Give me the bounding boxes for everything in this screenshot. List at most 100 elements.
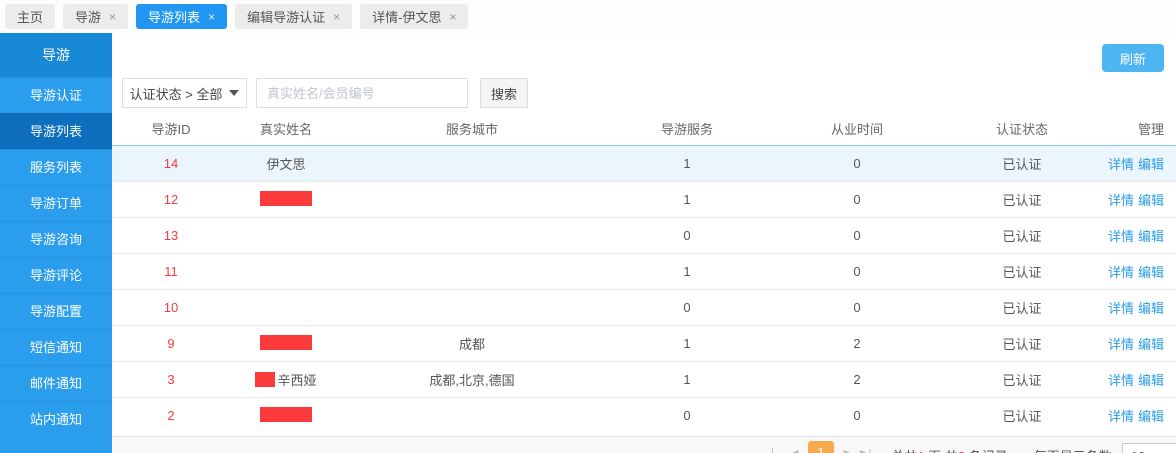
- tab-home[interactable]: 主页: [5, 4, 55, 29]
- table-row[interactable]: 14伊文思 10已认证详情编辑: [112, 145, 1176, 181]
- edit-link[interactable]: 编辑: [1138, 157, 1164, 172]
- guide-id-cell: 10: [112, 289, 230, 325]
- tab-3[interactable]: 编辑导游认证×: [235, 4, 352, 29]
- real-name-cell: [230, 253, 342, 289]
- auth-status-cell: 已认证: [942, 361, 1102, 397]
- real-name-cell: 辛西娅: [230, 361, 342, 397]
- next-page-icon[interactable]: ▶: [844, 447, 852, 453]
- table-row[interactable]: 9成都12已认证详情编辑: [112, 325, 1176, 361]
- sidebar-item-8[interactable]: 邮件通知: [0, 365, 112, 401]
- auth-status-cell: 已认证: [942, 145, 1102, 181]
- detail-link[interactable]: 详情: [1108, 409, 1134, 424]
- detail-link[interactable]: 详情: [1108, 265, 1134, 280]
- manage-cell: 详情编辑: [1102, 397, 1176, 433]
- edit-link[interactable]: 编辑: [1138, 301, 1164, 316]
- column-header-2: 服务城市: [342, 112, 602, 145]
- tab-1[interactable]: 导游×: [63, 4, 128, 29]
- close-icon[interactable]: ×: [109, 11, 116, 23]
- guide-service-cell: 0: [602, 397, 772, 433]
- edit-link[interactable]: 编辑: [1138, 229, 1164, 244]
- guide-service-cell: 1: [602, 145, 772, 181]
- last-page-icon[interactable]: ▶|: [860, 447, 871, 453]
- tab-bar: 主页导游×导游列表×编辑导游认证×详情-伊文思×: [0, 0, 1176, 33]
- guide-service-cell: 1: [602, 325, 772, 361]
- sidebar-item-1[interactable]: 导游列表: [0, 113, 112, 149]
- detail-link[interactable]: 详情: [1108, 229, 1134, 244]
- service-city-cell: [342, 253, 602, 289]
- redaction-box: [260, 191, 312, 206]
- tab-2[interactable]: 导游列表 ×: [136, 4, 227, 29]
- edit-link[interactable]: 编辑: [1138, 409, 1164, 424]
- sidebar-item-2[interactable]: 服务列表: [0, 149, 112, 185]
- edit-link[interactable]: 编辑: [1138, 265, 1164, 280]
- edit-link[interactable]: 编辑: [1138, 337, 1164, 352]
- sidebar-item-3[interactable]: 导游订单: [0, 185, 112, 221]
- service-city-cell: 成都,北京,德国: [342, 361, 602, 397]
- tab-4[interactable]: 详情-伊文思 ×: [360, 4, 468, 29]
- guide-table: 导游ID真实姓名服务城市导游服务从业时间认证状态管理 14伊文思10已认证详情编…: [112, 112, 1176, 433]
- table-row[interactable]: 1000已认证详情编辑: [112, 289, 1176, 325]
- service-city-cell: [342, 397, 602, 433]
- work-years-cell: 0: [772, 289, 942, 325]
- manage-cell: 详情编辑: [1102, 361, 1176, 397]
- guide-id-cell: 14: [112, 145, 230, 181]
- guide-service-cell: 1: [602, 181, 772, 217]
- close-icon[interactable]: ×: [333, 11, 340, 23]
- detail-link[interactable]: 详情: [1108, 301, 1134, 316]
- table-row[interactable]: 1300已认证详情编辑: [112, 217, 1176, 253]
- search-input[interactable]: [256, 78, 468, 108]
- sidebar-item-7[interactable]: 短信通知: [0, 329, 112, 365]
- auth-status-cell: 已认证: [942, 397, 1102, 433]
- table-row[interactable]: 1110已认证详情编辑: [112, 253, 1176, 289]
- work-years-cell: 0: [772, 145, 942, 181]
- per-page-value: 10: [1131, 449, 1145, 453]
- real-name-cell: [230, 181, 342, 217]
- sidebar-item-9[interactable]: 站内通知: [0, 401, 112, 437]
- toolbar: 刷新 认证状态 > 全部 搜索: [112, 33, 1176, 112]
- close-icon[interactable]: ×: [449, 11, 456, 23]
- guide-id-cell: 9: [112, 325, 230, 361]
- work-years-cell: 0: [772, 181, 942, 217]
- prev-page-icon[interactable]: ◀: [790, 447, 798, 453]
- close-icon[interactable]: ×: [208, 11, 215, 23]
- pager-controls: |◀ ◀ 1 ▶ ▶| 总共1 页 共8 条记录 每页显示条数 10: [767, 441, 1176, 453]
- sidebar-items: 导游认证导游列表服务列表导游订单导游咨询导游评论导游配置短信通知邮件通知站内通知: [0, 77, 112, 437]
- auth-status-dropdown[interactable]: 认证状态 > 全部: [122, 78, 247, 108]
- tab-label: 主页: [17, 7, 43, 26]
- pagination-bar: |◀ ◀ 1 ▶ ▶| 总共1 页 共8 条记录 每页显示条数 10: [112, 436, 1176, 453]
- sidebar-item-0[interactable]: 导游认证: [0, 77, 112, 113]
- refresh-button[interactable]: 刷新: [1102, 44, 1164, 72]
- tab-label: 详情-伊文思: [372, 7, 441, 26]
- detail-link[interactable]: 详情: [1108, 337, 1134, 352]
- sidebar-item-6[interactable]: 导游配置: [0, 293, 112, 329]
- detail-link[interactable]: 详情: [1108, 157, 1134, 172]
- auth-status-cell: 已认证: [942, 325, 1102, 361]
- per-page-select[interactable]: 10: [1122, 443, 1176, 453]
- table-header-row: 导游ID真实姓名服务城市导游服务从业时间认证状态管理: [112, 112, 1176, 145]
- guide-service-cell: 0: [602, 217, 772, 253]
- auth-status-cell: 已认证: [942, 253, 1102, 289]
- redaction-box: [260, 335, 312, 350]
- edit-link[interactable]: 编辑: [1138, 373, 1164, 388]
- real-name-cell: [230, 217, 342, 253]
- first-page-icon[interactable]: |◀: [771, 447, 782, 453]
- search-button[interactable]: 搜索: [480, 78, 528, 108]
- current-page-button[interactable]: 1: [808, 441, 833, 453]
- work-years-cell: 0: [772, 397, 942, 433]
- guide-id-cell: 13: [112, 217, 230, 253]
- redaction-box: [260, 407, 312, 422]
- service-city-cell: [342, 217, 602, 253]
- column-header-5: 认证状态: [942, 112, 1102, 145]
- guide-id-cell: 11: [112, 253, 230, 289]
- detail-link[interactable]: 详情: [1108, 373, 1134, 388]
- table-row[interactable]: 3辛西娅成都,北京,德国12已认证详情编辑: [112, 361, 1176, 397]
- detail-link[interactable]: 详情: [1108, 193, 1134, 208]
- edit-link[interactable]: 编辑: [1138, 193, 1164, 208]
- real-name-cell: 伊文思: [230, 145, 342, 181]
- auth-status-cell: 已认证: [942, 217, 1102, 253]
- tab-label: 导游列表: [148, 7, 200, 26]
- table-row[interactable]: 1210已认证详情编辑: [112, 181, 1176, 217]
- sidebar-item-5[interactable]: 导游评论: [0, 257, 112, 293]
- sidebar-item-4[interactable]: 导游咨询: [0, 221, 112, 257]
- table-row[interactable]: 200已认证详情编辑: [112, 397, 1176, 433]
